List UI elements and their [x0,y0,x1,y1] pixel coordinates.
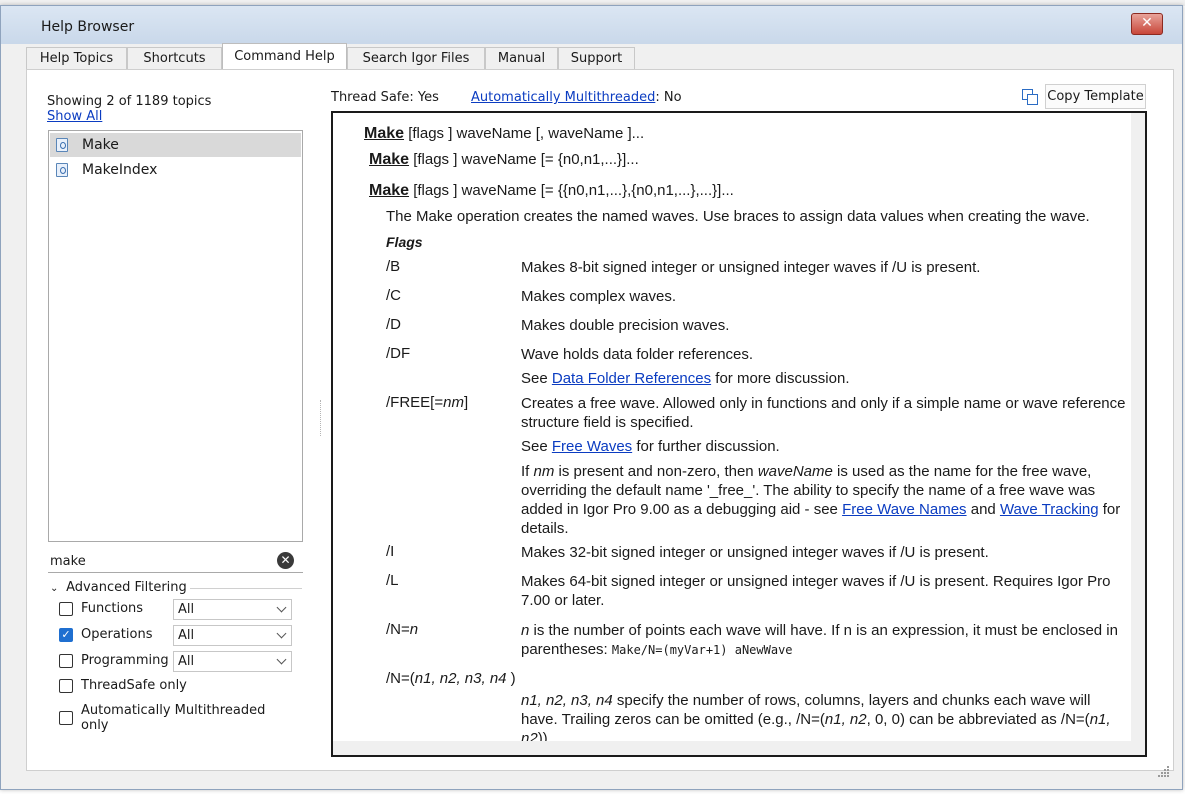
syntax-line-1: Make [flags ] waveName [, waveName ]... [364,125,644,143]
functions-checkbox[interactable] [59,602,73,616]
intro-text: The Make operation creates the named wav… [386,208,1090,225]
operations-checkbox[interactable]: ✓ [59,628,73,642]
advanced-filtering-toggle[interactable]: ⌄ Advanced Filtering [50,580,187,595]
help-horizontal-scrollbar[interactable] [333,741,1145,755]
help-vertical-scrollbar[interactable] [1131,113,1145,753]
help-topic-icon [56,163,68,177]
chevron-down-icon: ⌄ [50,583,59,594]
advanced-filtering-label: Advanced Filtering [66,580,187,595]
flag-l: /L [386,572,399,589]
splitter-handle[interactable] [320,400,324,436]
copy-template-button[interactable]: Copy Template [1045,84,1146,109]
filter-label-cont: only [81,718,109,733]
topic-list[interactable]: Make MakeIndex [48,130,303,542]
auto-multithreaded-link[interactable]: Automatically Multithreaded [471,90,655,105]
free-wave-names-link[interactable]: Free Wave Names [842,501,966,518]
thread-safe-label: Thread Safe: Yes [331,90,439,105]
flag-c-description: Makes complex waves. [521,288,677,305]
free-waves-link[interactable]: Free Waves [552,438,632,455]
flag-n-description: n is the number of points each wave will… [521,622,1118,658]
flag-d-description: Makes double precision waves. [521,317,730,334]
flag-df: /DF [386,345,411,362]
flag-i-description: Makes 32-bit signed integer or unsigned … [521,544,989,561]
syntax-text: [flags ] waveName [= {{n0,n1,...},{n0,n1… [409,182,734,199]
code-example: Make/N=(myVar+1) aNewWave [611,643,793,657]
make-keyword-link[interactable]: Make [364,125,404,142]
flag-d: /D [386,316,401,333]
topic-label: MakeIndex [82,162,158,178]
topic-count-label: Showing 2 of 1189 topics [47,94,212,109]
flag-n: /N=n [386,621,419,638]
topic-search-input[interactable] [50,552,270,570]
auto-multithreaded-value: : No [655,90,682,105]
dropdown-value: All [178,654,195,669]
clear-search-icon[interactable]: ✕ [277,552,294,569]
help-topic-icon [56,138,68,152]
topic-label: Make [82,137,119,153]
dropdown-value: All [178,628,195,643]
tab-help-topics[interactable]: Help Topics [26,47,127,69]
flag-df-description: Wave holds data folder references. [521,346,754,363]
auto-multithreaded-checkbox[interactable] [59,711,73,725]
programming-dropdown[interactable]: All [173,651,292,672]
flag-free-see-also: See Free Waves for further discussion. [521,438,780,455]
close-icon: ✕ [1141,15,1153,31]
threadsafe-only-checkbox[interactable] [59,679,73,693]
flag-free-description: Creates a free wave. Allowed only in fun… [521,395,1126,431]
chevron-down-icon [276,628,287,639]
flag-b-description: Makes 8-bit signed integer or unsigned i… [521,259,981,276]
dropdown-value: All [178,602,195,617]
chevron-down-icon [276,602,287,613]
topic-item-makeindex[interactable]: MakeIndex [50,158,301,182]
programming-checkbox[interactable] [59,654,73,668]
topic-search-box: ✕ [48,549,303,573]
filter-label: Operations [81,627,153,642]
make-keyword-link[interactable]: Make [369,151,409,168]
flags-heading: Flags [386,234,423,250]
syntax-text: [flags ] waveName [= {n0,n1,...}]... [409,151,639,168]
tab-support[interactable]: Support [558,47,635,69]
show-all-link[interactable]: Show All [47,109,102,124]
close-button[interactable]: ✕ [1131,13,1163,35]
syntax-line-2: Make [flags ] waveName [= {n0,n1,...}]..… [369,151,639,169]
auto-multithreaded-info: Automatically Multithreaded: No [471,90,682,105]
flag-c: /C [386,287,401,304]
tab-manual[interactable]: Manual [485,47,558,69]
operations-dropdown[interactable]: All [173,625,292,646]
filter-label: ThreadSafe only [81,678,187,693]
help-text-pane[interactable]: Make [flags ] waveName [, waveName ]... … [331,111,1147,757]
flag-n-multi-description: n1, n2, n3, n4 specify the number of row… [521,692,1111,747]
flag-b: /B [386,258,401,275]
syntax-line-3: Make [flags ] waveName [= {{n0,n1,...},{… [369,182,734,200]
flag-df-see-also: See Data Folder References for more disc… [521,370,850,387]
tab-search-igor-files[interactable]: Search Igor Files [347,47,485,69]
filter-label: Programming [81,653,169,668]
syntax-text: [flags ] waveName [, waveName ]... [404,125,645,142]
topic-item-make[interactable]: Make [50,133,301,157]
divider [190,588,302,589]
wave-tracking-link[interactable]: Wave Tracking [1000,501,1099,518]
flag-l-description: Makes 64-bit signed integer or unsigned … [521,573,1111,609]
title-bar[interactable]: Help Browser ✕ [1,6,1182,44]
copy-icon [1022,89,1038,105]
tab-command-help[interactable]: Command Help [222,43,347,70]
data-folder-references-link[interactable]: Data Folder References [552,370,711,387]
resize-grip-icon[interactable] [1158,766,1170,778]
make-keyword-link[interactable]: Make [369,182,409,199]
window-title: Help Browser [41,19,135,35]
flag-free-name-description: If nm is present and non-zero, then wave… [521,463,1121,537]
tab-shortcuts[interactable]: Shortcuts [127,47,222,69]
flag-n-multi: /N=(n1, n2, n3, n4 ) [386,670,516,687]
functions-dropdown[interactable]: All [173,599,292,620]
chevron-down-icon [276,654,287,665]
flag-i: /I [386,543,395,560]
flag-free: /FREE[=nm] [386,394,469,411]
filter-label: Functions [81,601,144,616]
filter-label: Automatically Multithreaded [81,703,266,718]
